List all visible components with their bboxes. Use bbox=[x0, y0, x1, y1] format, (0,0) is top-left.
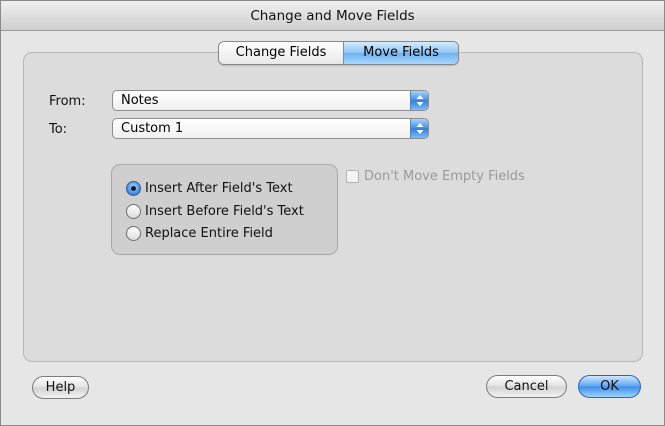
from-label: From: bbox=[49, 94, 86, 109]
tab-bar: Change Fields Move Fields bbox=[218, 41, 459, 65]
radio-insert-after[interactable]: Insert After Field's Text bbox=[126, 180, 293, 197]
to-label: To: bbox=[49, 122, 68, 137]
tab-move-fields[interactable]: Move Fields bbox=[344, 42, 458, 64]
cancel-button[interactable]: Cancel bbox=[486, 375, 567, 398]
window-title: Change and Move Fields bbox=[1, 1, 664, 31]
popup-arrows-icon bbox=[410, 91, 428, 110]
ok-button[interactable]: OK bbox=[578, 375, 641, 398]
radio-insert-after-label: Insert After Field's Text bbox=[145, 181, 293, 196]
from-popup[interactable]: Notes bbox=[112, 90, 429, 111]
radio-unselected-icon bbox=[126, 204, 141, 219]
checkbox-unchecked-icon bbox=[346, 170, 359, 183]
popup-arrows-icon bbox=[410, 119, 428, 138]
radio-selected-icon bbox=[126, 181, 141, 196]
tab-change-fields[interactable]: Change Fields bbox=[219, 42, 344, 64]
radio-insert-before[interactable]: Insert Before Field's Text bbox=[126, 203, 304, 220]
radio-replace-entire-label: Replace Entire Field bbox=[145, 226, 273, 241]
radio-replace-entire[interactable]: Replace Entire Field bbox=[126, 225, 273, 242]
radio-unselected-icon bbox=[126, 226, 141, 241]
to-popup-value: Custom 1 bbox=[121, 121, 184, 136]
radio-insert-before-label: Insert Before Field's Text bbox=[145, 204, 304, 219]
to-popup[interactable]: Custom 1 bbox=[112, 118, 429, 139]
change-move-fields-dialog: Change and Move Fields Change Fields Mov… bbox=[0, 0, 665, 426]
dont-move-empty-checkbox[interactable]: Don't Move Empty Fields bbox=[346, 169, 525, 184]
help-button[interactable]: Help bbox=[32, 376, 89, 399]
from-popup-value: Notes bbox=[121, 93, 159, 108]
dont-move-empty-label: Don't Move Empty Fields bbox=[364, 169, 525, 184]
